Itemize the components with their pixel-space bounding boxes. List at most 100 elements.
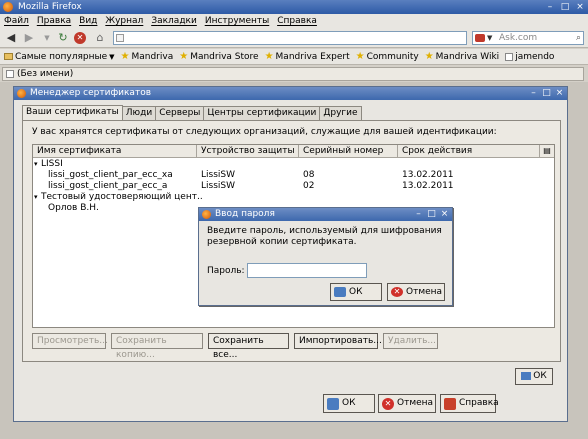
page-icon xyxy=(116,34,124,42)
tree-row-group[interactable]: ▾ LISSI xyxy=(33,159,554,170)
menu-file[interactable]: Файл xyxy=(4,14,29,28)
url-bar[interactable] xyxy=(113,31,467,45)
menu-edit[interactable]: Правка xyxy=(37,14,71,28)
page-icon xyxy=(6,70,14,78)
delete-button[interactable]: Удалить... xyxy=(383,333,438,349)
minimize-icon[interactable]: – xyxy=(529,87,538,100)
maximize-icon[interactable]: □ xyxy=(427,208,436,221)
ok-icon xyxy=(334,287,346,297)
firefox-icon xyxy=(17,89,26,98)
footer-ok-button[interactable]: ОК xyxy=(323,394,375,413)
password-dialog-titlebar: Ввод пароля – □ × xyxy=(199,208,452,221)
backup-all-button[interactable]: Сохранить все... xyxy=(208,333,289,360)
minimize-icon[interactable]: – xyxy=(545,1,555,13)
menu-bookmarks[interactable]: Закладки xyxy=(151,14,197,28)
reload-icon[interactable]: ↻ xyxy=(56,31,70,45)
search-engine-dropdown-icon[interactable]: ▼ xyxy=(487,32,492,44)
tree-row[interactable]: lissi_gost_client_par_ecc_xa LissiSW 08 … xyxy=(33,170,554,181)
tab-strip: (Без имени) xyxy=(0,66,588,82)
window-titlebar: Mozilla Firefox – □ × xyxy=(0,0,588,14)
dialog-title: Менеджер сертификатов xyxy=(30,88,152,98)
backup-button[interactable]: Сохранить копию... xyxy=(111,333,203,360)
folder-icon xyxy=(4,53,13,60)
star-icon: ★ xyxy=(355,51,365,62)
tab-people[interactable]: Люди xyxy=(121,106,157,120)
close-icon[interactable]: × xyxy=(440,208,449,221)
manager-ok-button[interactable]: ОК xyxy=(515,368,553,385)
password-message: Введите пароль, используемый для шифрова… xyxy=(207,226,442,247)
tree-row-group[interactable]: ▾ Тестовый удостоверяющий цент... xyxy=(33,192,554,203)
twisty-expanded-icon[interactable]: ▾ xyxy=(34,192,41,203)
star-icon: ★ xyxy=(179,51,189,62)
bookmark-mandriva-expert[interactable]: ★ Mandriva Expert xyxy=(265,51,350,62)
tab-others[interactable]: Другие xyxy=(319,106,362,120)
search-engine-icon[interactable] xyxy=(475,34,485,42)
search-box[interactable]: ▼ Ask.com ⌕ xyxy=(472,31,584,45)
column-header-device[interactable]: Устройство защиты xyxy=(197,145,299,158)
tab-your-certificates[interactable]: Ваши сертификаты xyxy=(22,105,123,120)
panel-description: У вас хранятся сертификаты от следующих … xyxy=(32,127,497,137)
menu-history[interactable]: Журнал xyxy=(105,14,143,28)
menubar: Файл Правка Вид Журнал Закладки Инструме… xyxy=(0,14,588,28)
close-icon[interactable]: × xyxy=(575,1,585,13)
back-icon[interactable]: ◀ xyxy=(4,31,18,45)
footer-help-button[interactable]: Справка xyxy=(440,394,499,413)
tree-rows: ▾ LISSI lissi_gost_client_par_ecc_xa Liss… xyxy=(33,159,554,214)
home-icon[interactable]: ⌂ xyxy=(93,31,107,45)
search-icon[interactable]: ⌕ xyxy=(576,32,581,44)
column-picker-icon[interactable]: ▤ xyxy=(540,145,554,157)
help-icon xyxy=(444,398,456,410)
menu-help[interactable]: Справка xyxy=(277,14,317,28)
password-input[interactable] xyxy=(247,263,367,278)
password-ok-button[interactable]: ОК xyxy=(330,283,382,301)
maximize-icon[interactable]: □ xyxy=(560,1,570,13)
history-dropdown-icon[interactable]: ▼ xyxy=(40,31,54,45)
ok-icon xyxy=(521,371,532,380)
password-cancel-button[interactable]: ✕ Отмена xyxy=(387,283,445,301)
column-header-name[interactable]: Имя сертификата xyxy=(33,145,197,158)
bookmark-jamendo[interactable]: jamendo xyxy=(505,52,554,62)
bookmark-community[interactable]: ★ Community xyxy=(356,51,419,62)
password-dialog-title: Ввод пароля xyxy=(215,209,275,219)
cancel-icon: ✕ xyxy=(382,398,394,410)
bookmarks-toolbar: Самые популярные ▼ ★ Mandriva ★ Mandriva … xyxy=(0,49,588,65)
forward-icon[interactable]: ▶ xyxy=(22,31,36,45)
bookmark-mandriva[interactable]: ★ Mandriva xyxy=(121,51,174,62)
menu-view[interactable]: Вид xyxy=(79,14,97,28)
bookmark-mandriva-wiki[interactable]: ★ Mandriva Wiki xyxy=(425,51,499,62)
dialog-titlebar: Менеджер сертификатов – □ × xyxy=(14,87,567,100)
page-icon xyxy=(505,52,514,61)
firefox-icon xyxy=(202,210,211,219)
menu-tools[interactable]: Инструменты xyxy=(205,14,269,28)
tab-servers[interactable]: Серверы xyxy=(155,106,205,120)
search-placeholder: Ask.com xyxy=(499,33,538,43)
footer-cancel-button[interactable]: ✕ Отмена xyxy=(378,394,436,413)
tab-authorities[interactable]: Центры сертификации xyxy=(203,106,321,120)
dialog-footer: ОК ✕ Отмена Справка xyxy=(14,391,567,422)
cert-tabs: Ваши сертификаты Люди Серверы Центры сер… xyxy=(22,105,362,120)
maximize-icon[interactable]: □ xyxy=(542,87,551,100)
stop-icon[interactable]: ✕ xyxy=(74,32,86,44)
password-label: Пароль: xyxy=(207,266,245,276)
column-header-serial[interactable]: Серийный номер xyxy=(299,145,398,158)
browser-tab[interactable]: (Без имени) xyxy=(2,67,584,81)
ok-icon xyxy=(327,398,339,410)
cancel-icon: ✕ xyxy=(391,287,403,297)
minimize-icon[interactable]: – xyxy=(414,208,423,221)
twisty-expanded-icon[interactable]: ▾ xyxy=(34,159,41,170)
firefox-icon xyxy=(3,2,13,12)
window-title: Mozilla Firefox xyxy=(18,2,82,12)
star-icon: ★ xyxy=(424,51,434,62)
column-header-expires[interactable]: Срок действия xyxy=(398,145,540,158)
password-dialog: Ввод пароля – □ × Введите пароль, исполь… xyxy=(198,207,453,306)
tree-header: Имя сертификата Устройство защиты Серийн… xyxy=(33,145,554,158)
star-icon: ★ xyxy=(120,51,130,62)
navigation-toolbar: ◀ ▶ ▼ ↻ ✕ ⌂ ▼ Ask.com ⌕ xyxy=(0,28,588,48)
star-icon: ★ xyxy=(264,51,274,62)
bookmark-mandriva-store[interactable]: ★ Mandriva Store xyxy=(179,51,258,62)
bookmark-folder-popular[interactable]: Самые популярные ▼ xyxy=(4,52,115,62)
view-button[interactable]: Просмотреть... xyxy=(32,333,108,349)
close-icon[interactable]: × xyxy=(555,87,564,100)
import-button[interactable]: Импортировать... xyxy=(294,333,382,349)
tree-row[interactable]: lissi_gost_client_par_ecc_a LissiSW 02 1… xyxy=(33,181,554,192)
